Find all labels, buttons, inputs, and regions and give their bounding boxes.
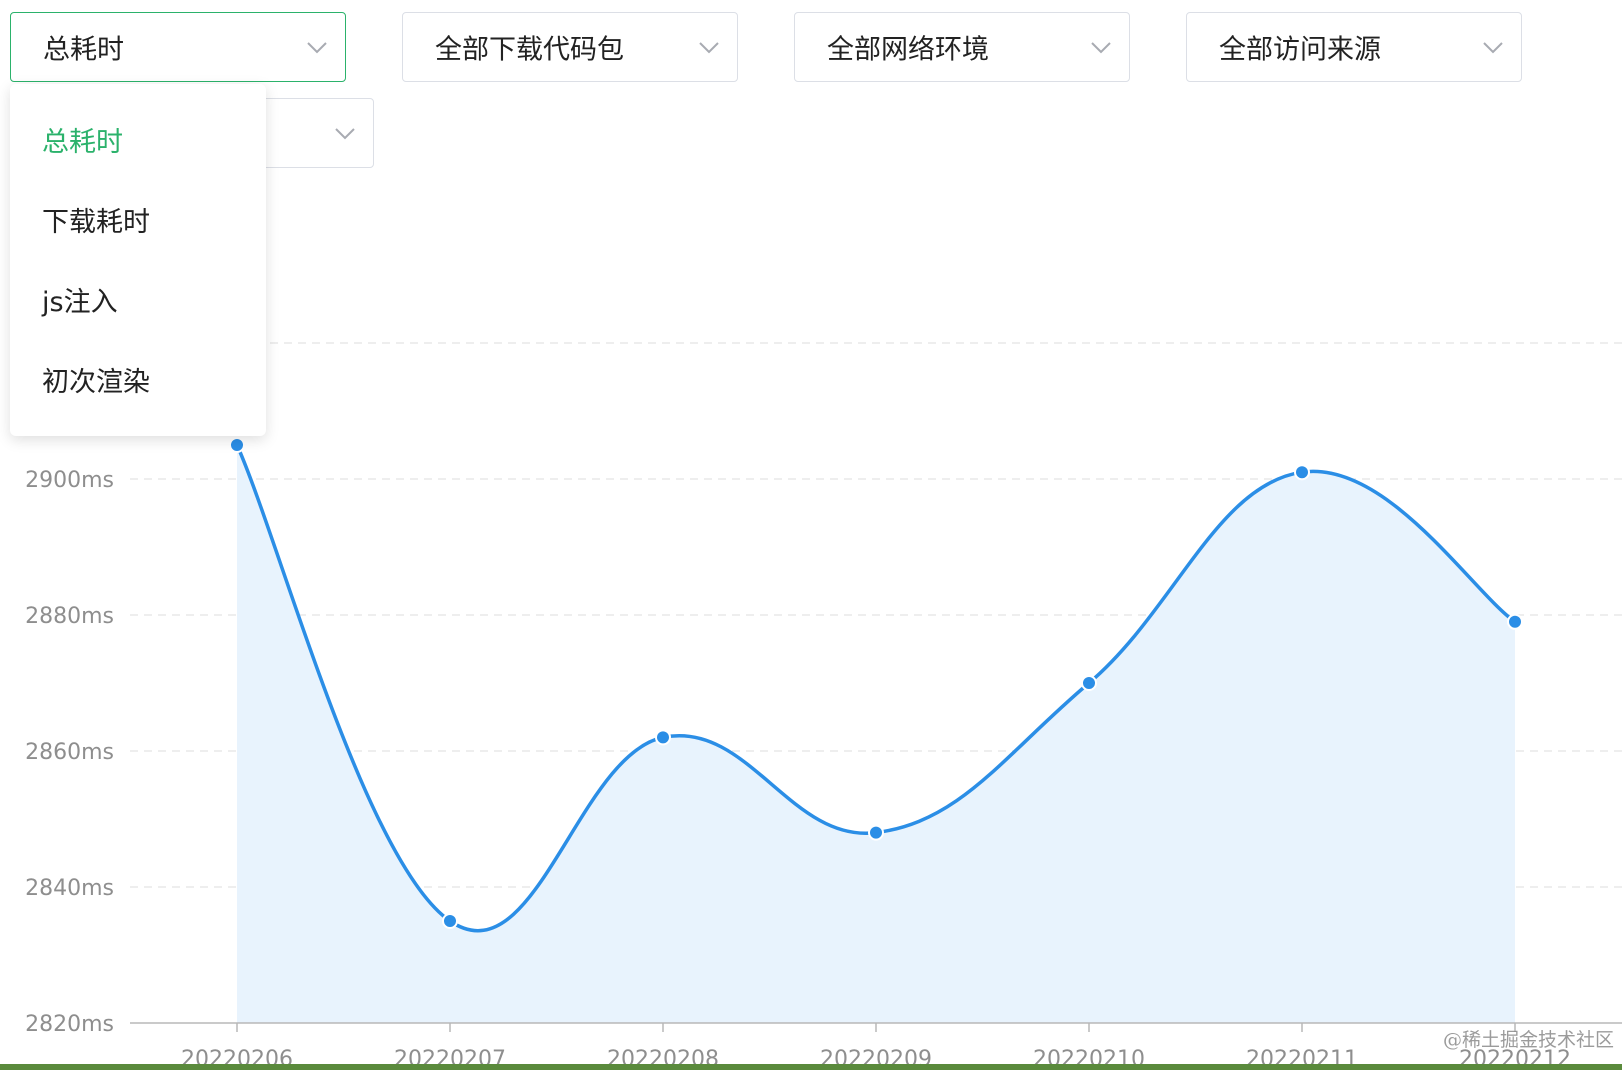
- chevron-down-icon: [335, 128, 355, 140]
- data-point[interactable]: [229, 437, 245, 453]
- y-axis-labels: 2820ms 2840ms 2860ms 2880ms 2900ms: [25, 468, 114, 1037]
- y-tick-label: 2900ms: [25, 468, 114, 493]
- dropdown-option-first-render[interactable]: 初次渲染: [42, 360, 150, 399]
- metric-select-value: 总耗时: [43, 34, 124, 66]
- metric-select[interactable]: 总耗时: [10, 12, 346, 82]
- y-tick-label: 2840ms: [25, 876, 114, 901]
- source-select[interactable]: 全部访问来源: [1186, 12, 1522, 82]
- data-point[interactable]: [1294, 464, 1310, 481]
- network-select[interactable]: 全部网络环境: [794, 12, 1130, 82]
- footer-bar: [0, 1064, 1622, 1070]
- area-fill-shape: [237, 445, 1515, 1023]
- data-point[interactable]: [655, 729, 671, 746]
- source-select-value: 全部访问来源: [1219, 34, 1381, 66]
- chevron-down-icon: [1483, 42, 1503, 54]
- data-point[interactable]: [1081, 675, 1097, 691]
- data-point[interactable]: [1507, 613, 1523, 630]
- dropdown-option-total-time[interactable]: 总耗时: [42, 120, 123, 159]
- watermark: @稀土掘金技术社区: [1442, 1029, 1614, 1051]
- chevron-down-icon: [1091, 42, 1111, 54]
- y-tick-label: 2860ms: [25, 740, 114, 765]
- network-select-value: 全部网络环境: [827, 34, 989, 66]
- y-tick-label: 2880ms: [25, 604, 114, 629]
- package-select-value: 全部下载代码包: [435, 34, 624, 66]
- dropdown-option-js-inject[interactable]: js注入: [42, 280, 118, 319]
- x-axis: [130, 1022, 1622, 1032]
- data-point[interactable]: [868, 824, 884, 841]
- dropdown-option-download-time[interactable]: 下载耗时: [42, 200, 150, 239]
- y-tick-label: 2820ms: [25, 1012, 114, 1037]
- chevron-down-icon: [307, 42, 327, 54]
- package-select[interactable]: 全部下载代码包: [402, 12, 738, 82]
- area-fill: [237, 445, 1515, 1023]
- metric-dropdown-menu: 总耗时 下载耗时 js注入 初次渲染: [10, 84, 266, 436]
- chevron-down-icon: [699, 42, 719, 54]
- data-point[interactable]: [442, 913, 458, 929]
